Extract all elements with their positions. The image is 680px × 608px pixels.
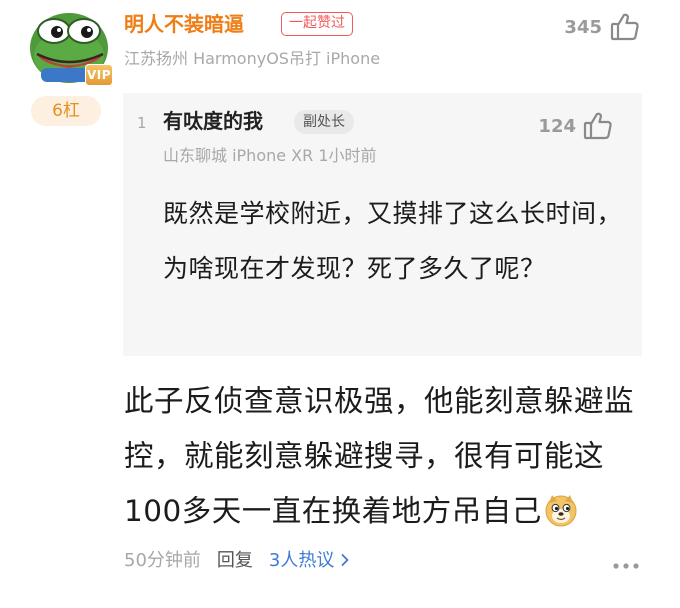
comment-text-block: 此子反侦查意识极强，他能刻意躲避监控，就能刻意躲避搜寻，很有可能这100多天一直… <box>124 374 644 539</box>
comment-footer: 50分钟前 回复 3人热议 <box>124 548 352 574</box>
sub-comment-box[interactable]: 1 有呔度的我 副处长 山东聊城 iPhone XR 1小时前 124 既然是学… <box>123 93 642 356</box>
sub-thumbs-up-icon[interactable] <box>582 110 614 142</box>
sub-comment-text: 既然是学校附近，又摸排了这么长时间，为啥现在才发现？死了多久了呢？ <box>163 199 623 283</box>
comment-location-device: 江苏扬州 HarmonyOS吊打 iPhone <box>124 49 381 68</box>
sub-comment-like-count[interactable]: 124 <box>538 115 576 139</box>
liked-together-tag: 一起赞过 <box>281 12 353 36</box>
sub-comment-floor: 1 <box>137 114 147 132</box>
chevron-right-icon <box>341 554 349 566</box>
more-dots-icon[interactable] <box>611 556 641 569</box>
comment-time: 50分钟前 <box>124 550 201 571</box>
floor-badge: 6杠 <box>31 96 101 126</box>
sub-comment-user-name[interactable]: 有呔度的我 <box>163 107 263 135</box>
doge-emoji-icon <box>544 490 578 527</box>
comment-like-count[interactable]: 345 <box>564 16 602 40</box>
reply-button[interactable]: 回复 <box>217 550 253 571</box>
hot-replies-link[interactable]: 3人热议 <box>269 550 352 571</box>
vip-badge: VIP <box>85 64 113 86</box>
hot-replies-label: 3人热议 <box>268 550 335 571</box>
sub-comment-role-badge: 副处长 <box>294 110 354 134</box>
sub-comment-meta: 山东聊城 iPhone XR 1小时前 <box>163 146 377 165</box>
comment-user-name[interactable]: 明人不装暗逼 <box>124 10 244 38</box>
thumbs-up-icon[interactable] <box>609 11 641 43</box>
